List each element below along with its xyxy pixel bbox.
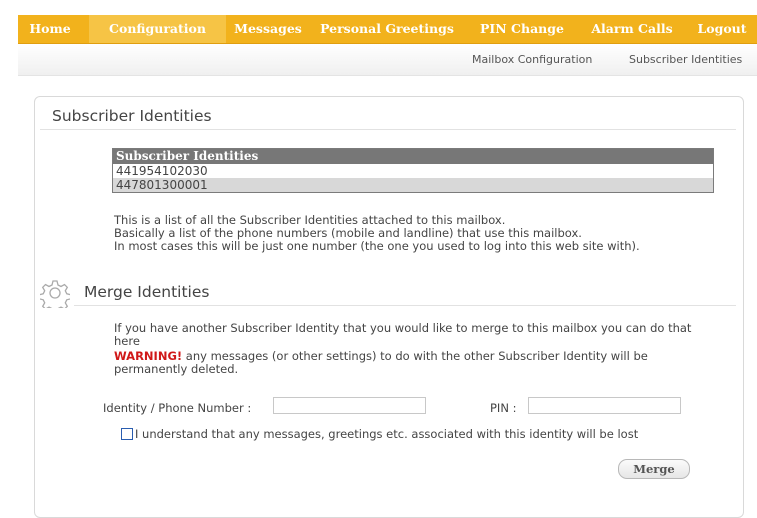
merge-button[interactable]: Merge (618, 459, 690, 479)
nav-home[interactable]: Home (18, 15, 82, 43)
pin-input[interactable] (528, 397, 681, 414)
nav-alarm-calls[interactable]: Alarm Calls (586, 15, 678, 43)
identity-label: Identity / Phone Number : (103, 401, 252, 415)
table-row: 447801300001 (113, 178, 713, 192)
nav-messages[interactable]: Messages (226, 15, 310, 43)
pin-label: PIN : (490, 401, 517, 415)
confirm-checkbox-label[interactable]: I understand that any messages, greeting… (135, 427, 638, 441)
merge-warning: WARNING! any messages (or other settings… (114, 350, 704, 376)
identities-table: Subscriber Identities 441954102030 44780… (112, 148, 714, 193)
subnav-subscriber-identities[interactable]: Subscriber Identities (629, 44, 742, 75)
identities-description: This is a list of all the Subscriber Ide… (114, 214, 714, 253)
section-title-subscriber-identities: Subscriber Identities (52, 107, 212, 125)
confirm-checkbox[interactable] (121, 428, 133, 440)
nav-logout[interactable]: Logout (690, 15, 754, 43)
nav-pin-change[interactable]: PIN Change (468, 15, 576, 43)
main-nav: Home Configuration Messages Personal Gre… (18, 15, 757, 44)
identity-input[interactable] (273, 397, 426, 414)
table-row: 441954102030 (116, 164, 208, 178)
warning-label: WARNING! (114, 349, 183, 363)
subnav-mailbox-configuration[interactable]: Mailbox Configuration (472, 44, 592, 75)
gear-icon (40, 280, 70, 308)
table-header: Subscriber Identities (113, 149, 713, 164)
nav-personal-greetings[interactable]: Personal Greetings (312, 15, 462, 43)
section-divider (74, 305, 736, 306)
section-title-merge-identities: Merge Identities (84, 283, 210, 301)
merge-intro: If you have another Subscriber Identity … (114, 321, 692, 348)
nav-configuration[interactable]: Configuration (89, 15, 226, 43)
description-line: In most cases this will be just one numb… (114, 239, 640, 253)
warning-text: any messages (or other settings) to do w… (114, 349, 648, 376)
section-divider (40, 129, 736, 130)
sub-nav: Mailbox Configuration Subscriber Identit… (18, 44, 757, 76)
